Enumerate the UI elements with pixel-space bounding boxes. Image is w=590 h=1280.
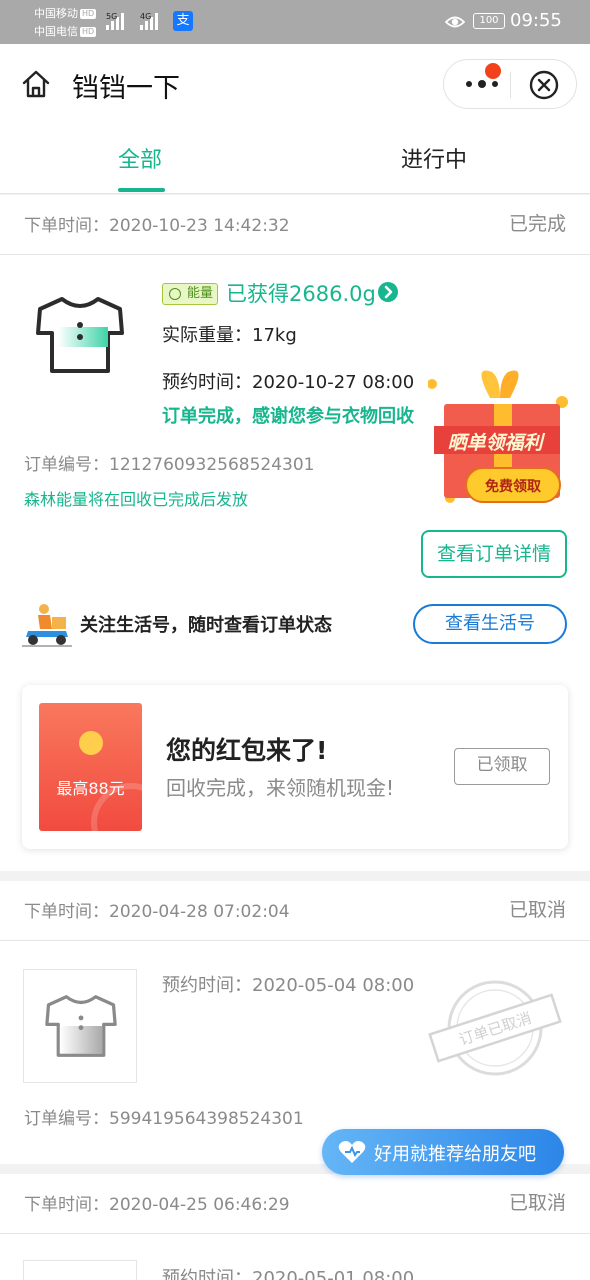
reserve-label: 预约时间： xyxy=(162,1268,252,1280)
order-time-value: 2020-10-23 14:42:32 xyxy=(109,216,290,236)
red-packet-title: 您的红包来了! xyxy=(166,736,328,765)
energy-note: 森林能量将在回收已完成后发放 xyxy=(24,490,249,509)
tshirt-icon xyxy=(45,995,117,1057)
order-header: 下单时间：2020-04-25 06:46:29 已取消 xyxy=(0,1174,590,1234)
recommend-to-friends-button[interactable]: 好用就推荐给朋友吧 xyxy=(322,1129,564,1175)
order-number-value: 1212760932568524301 xyxy=(109,455,315,475)
order-thumbnail xyxy=(23,1260,137,1280)
page-title: 铛铛一下 xyxy=(72,73,180,104)
more-dots-icon[interactable] xyxy=(464,77,500,91)
energy-badge-label: 能量 xyxy=(186,286,213,301)
free-claim-button[interactable]: 免费领取 xyxy=(466,476,560,496)
heart-icon xyxy=(338,1141,366,1163)
carrier-2-name: 中国电信 xyxy=(34,25,78,38)
recommend-label: 好用就推荐给朋友吧 xyxy=(374,1144,536,1165)
order-header: 下单时间：2020-04-28 07:02:04 已取消 xyxy=(0,881,590,941)
red-packet-card: 最高88元 您的红包来了! 回收完成，来领随机现金! 已领取 xyxy=(22,685,568,849)
battery-icon: 100 xyxy=(473,13,505,29)
home-icon[interactable] xyxy=(20,68,52,100)
notification-dot xyxy=(485,63,501,79)
order-card: 下单时间：2020-04-25 06:46:29 已取消 预约时间：2020-0… xyxy=(0,1174,590,1280)
reserve-time: 预约时间：2020-05-04 08:00 xyxy=(162,971,414,997)
view-order-detail-button[interactable]: 查看订单详情 xyxy=(421,530,567,578)
energy-earned[interactable]: 已获得2686.0g xyxy=(226,278,376,308)
order-time-value: 2020-04-25 06:46:29 xyxy=(109,1195,290,1215)
tshirt-icon xyxy=(36,297,124,373)
order-number-value: 599419564398524301 xyxy=(109,1109,304,1129)
delivery-rider-icon xyxy=(22,604,72,647)
tab-active-indicator xyxy=(118,188,165,192)
reserve-value: 2020-05-01 08:00 xyxy=(252,1268,415,1280)
signal-icon: 4G xyxy=(140,12,158,30)
cancelled-stamp-icon: 订单已取消 xyxy=(428,980,562,1076)
order-status: 已取消 xyxy=(508,1192,566,1214)
leaf-icon xyxy=(169,288,181,300)
order-time: 下单时间：2020-04-28 07:02:04 xyxy=(24,897,290,922)
order-time-value: 2020-04-28 07:02:04 xyxy=(109,902,290,922)
order-number-label: 订单编号： xyxy=(24,1109,109,1129)
claimed-button[interactable]: 已领取 xyxy=(454,748,550,785)
order-time: 下单时间：2020-10-23 14:42:32 xyxy=(24,211,290,236)
coin-icon xyxy=(79,731,103,755)
weight-label: 实际重量： xyxy=(162,325,252,346)
carrier-1: 中国移动 HD xyxy=(34,7,97,20)
order-number: 订单编号：1212760932568524301 xyxy=(24,450,315,475)
order-time: 下单时间：2020-04-25 06:46:29 xyxy=(24,1190,290,1215)
tab-in-progress[interactable]: 进行中 xyxy=(401,142,467,174)
reserve-label: 预约时间： xyxy=(162,975,252,996)
red-packet-subtitle: 回收完成，来领随机现金! xyxy=(166,776,395,800)
order-time-label: 下单时间： xyxy=(24,216,109,236)
chevron-right-circle-icon[interactable] xyxy=(378,282,398,302)
reserve-label: 预约时间： xyxy=(162,372,252,393)
gift-banner[interactable]: 晒单领福利 免费领取 xyxy=(428,364,573,509)
order-message: 订单完成，感谢您参与衣物回收 xyxy=(162,406,414,427)
alipay-icon: 支 xyxy=(173,11,193,31)
order-time-label: 下单时间： xyxy=(24,902,109,922)
order-card: 下单时间：2020-10-23 14:42:32 已完成 能量 已获得2686.… xyxy=(0,195,590,871)
reserve-value: 2020-10-27 08:00 xyxy=(252,372,415,393)
battery-level: 100 xyxy=(479,15,499,26)
carrier-2: 中国电信 HD xyxy=(34,25,97,38)
status-bar: 中国移动 HD 中国电信 HD 5G 4G 支 100 09:55 xyxy=(0,0,590,44)
close-circle-icon[interactable] xyxy=(528,69,560,101)
energy-badge: 能量 xyxy=(162,283,218,305)
network-type-2: 4G xyxy=(140,12,152,21)
order-number: 订单编号：599419564398524301 xyxy=(24,1104,304,1129)
reserve-value: 2020-05-04 08:00 xyxy=(252,975,415,996)
order-number-label: 订单编号： xyxy=(24,455,109,475)
mini-program-capsule xyxy=(443,59,577,109)
nav-bar: 铛铛一下 xyxy=(0,44,590,122)
order-card: 下单时间：2020-04-28 07:02:04 已取消 预约时间：2020-0… xyxy=(0,881,590,1164)
eye-icon xyxy=(445,16,465,28)
gift-banner-title: 晒单领福利 xyxy=(447,432,543,454)
order-header: 下单时间：2020-10-23 14:42:32 已完成 xyxy=(0,195,590,255)
reserve-time: 预约时间：2020-05-01 08:00 xyxy=(162,1264,414,1280)
view-lifestyle-account-button[interactable]: 查看生活号 xyxy=(413,604,567,644)
network-type-1: 5G xyxy=(106,12,118,21)
follow-lifestyle-text: 关注生活号，随时查看订单状态 xyxy=(80,615,332,636)
signal-icon: 5G xyxy=(106,12,124,30)
actual-weight: 实际重量：17kg xyxy=(162,321,297,347)
order-status: 已取消 xyxy=(508,899,566,921)
tab-bar: 全部 进行中 xyxy=(0,122,590,194)
red-envelope: 最高88元 xyxy=(39,703,142,831)
hd-badge: HD xyxy=(80,27,97,37)
tab-all[interactable]: 全部 xyxy=(118,142,162,174)
clock: 09:55 xyxy=(510,10,562,31)
reserve-time: 预约时间：2020-10-27 08:00 xyxy=(162,368,414,394)
red-packet-amount: 最高88元 xyxy=(56,779,125,798)
order-thumbnail xyxy=(23,969,137,1083)
hd-badge: HD xyxy=(80,9,97,19)
carrier-1-name: 中国移动 xyxy=(34,7,78,20)
weight-value: 17kg xyxy=(252,325,297,346)
capsule-divider xyxy=(510,72,511,98)
order-status: 已完成 xyxy=(508,213,566,235)
order-time-label: 下单时间： xyxy=(24,1195,109,1215)
